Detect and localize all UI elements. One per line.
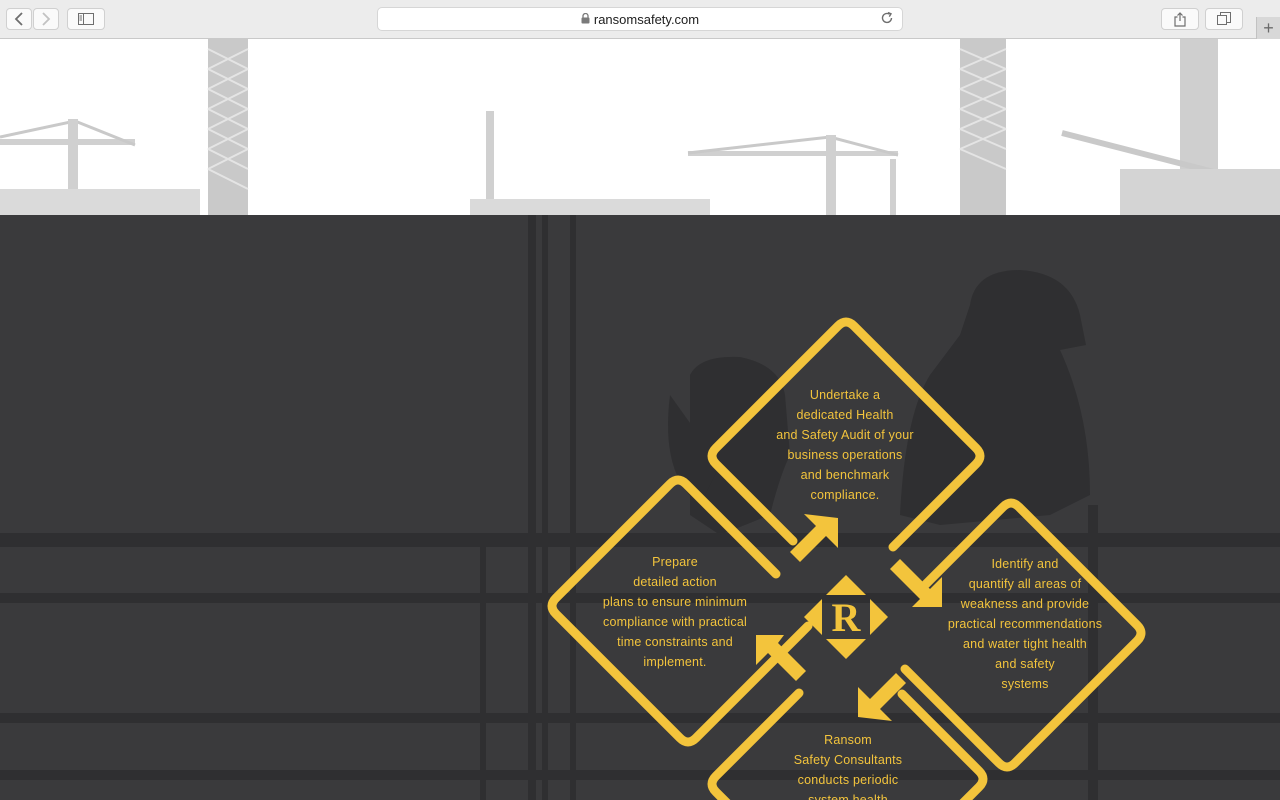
share-button[interactable]: [1161, 8, 1199, 30]
back-button[interactable]: [6, 8, 32, 30]
browser-toolbar: ransomsafety.com +: [0, 0, 1280, 39]
plus-icon: +: [1263, 17, 1274, 38]
hero-banner: [0, 39, 1280, 215]
step-identify-text: Identify and quantify all areas of weakn…: [947, 557, 1103, 691]
sidebar-button[interactable]: [67, 8, 105, 30]
process-section: R Undertake a dedicated Health and Safet…: [0, 215, 1280, 800]
lock-icon: [581, 12, 590, 27]
safety-process-diagram: R: [547, 317, 1146, 800]
step-prepare-text: Prepare detailed action plans to ensure …: [602, 555, 748, 669]
share-icon: [1174, 11, 1186, 27]
arrow-up-right-icon: [790, 514, 838, 562]
logo-letter: R: [832, 595, 862, 640]
forward-button[interactable]: [33, 8, 59, 30]
reload-icon[interactable]: [880, 11, 896, 27]
step-review-text: Ransom Safety Consultants conducts perio…: [793, 733, 903, 800]
step-audit-text: Undertake a dedicated Health and Safety …: [776, 388, 914, 502]
sidebar-icon: [78, 13, 94, 25]
tabs-button[interactable]: [1205, 8, 1243, 30]
construction-cranes-image: [0, 39, 1280, 215]
tabs-icon: [1217, 12, 1231, 25]
url-text: ransomsafety.com: [593, 11, 700, 27]
chevron-left-icon: [14, 12, 23, 26]
new-tab-button[interactable]: +: [1256, 17, 1280, 39]
address-bar[interactable]: ransomsafety.com: [377, 7, 903, 31]
chevron-right-icon: [42, 12, 51, 26]
